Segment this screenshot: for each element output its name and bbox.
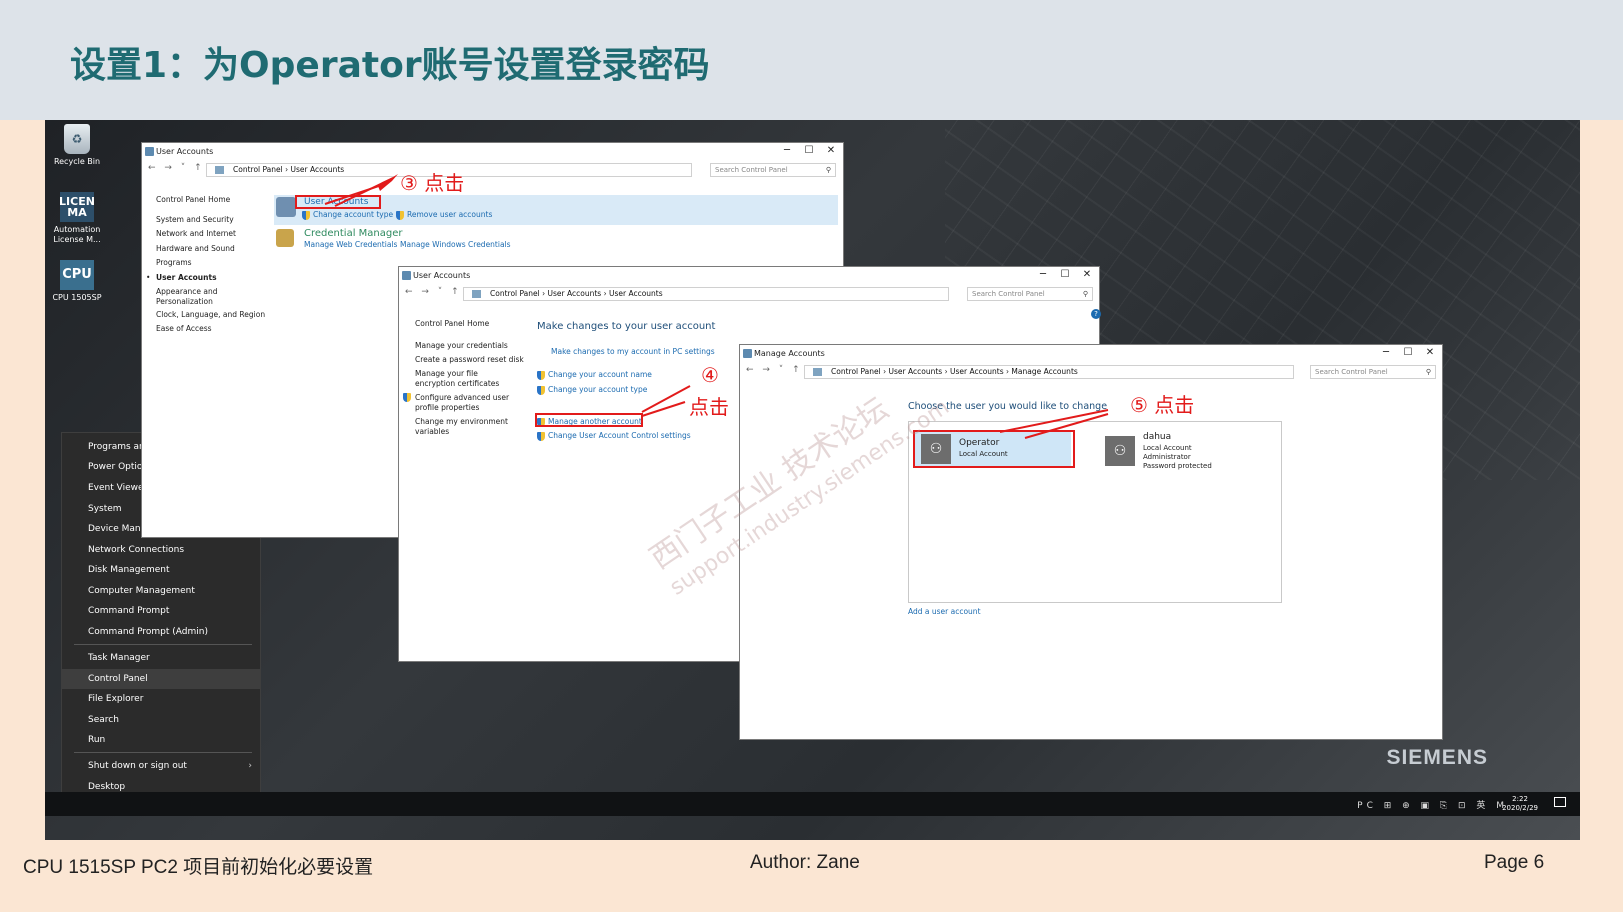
slide-title: 设置1：为Operator账号设置登录密码: [70, 45, 710, 86]
taskbar: PC ⊞ ⊕ ▣ ⎘ ⊡ 英 M 2:22 2020/2/29: [45, 792, 1580, 816]
desktop-screenshot: ♻ Recycle Bin LICEN MA Automation Licens…: [45, 120, 1580, 840]
system-tray-icons[interactable]: PC ⊞ ⊕ ▣ ⎘ ⊡ 英 M: [1357, 798, 1508, 811]
notification-icon[interactable]: [1554, 797, 1566, 807]
arrow-step3: [378, 174, 398, 191]
arrow-step3-line2: [334, 177, 394, 207]
siemens-logo: SIEMENS: [1386, 746, 1488, 769]
clock-date: 2020/2/29: [1502, 804, 1538, 812]
slide-header: 设置1：为Operator账号设置登录密码: [0, 0, 1623, 120]
clock-time: 2:22: [1512, 795, 1528, 803]
footer-author: Author: Zane: [750, 852, 860, 873]
taskbar-clock[interactable]: 2:22 2020/2/29: [1502, 795, 1538, 813]
footer-page-number: Page 6: [1484, 852, 1545, 873]
footer-left: CPU 1515SP PC2 项目前初始化必要设置: [23, 857, 374, 878]
